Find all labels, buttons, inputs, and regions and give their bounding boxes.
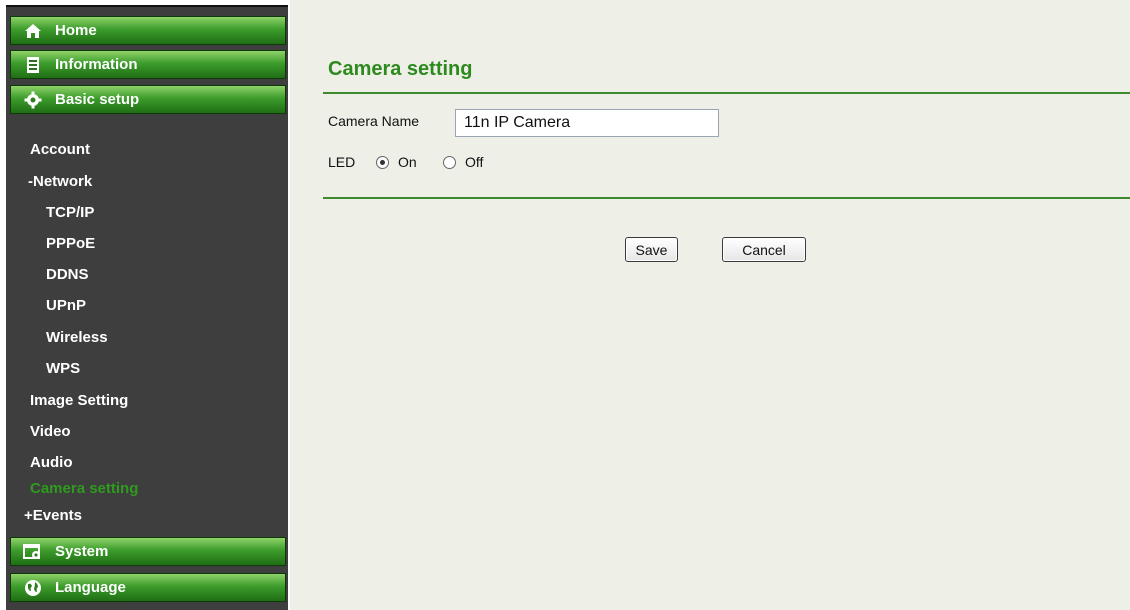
menu-video[interactable]: Video bbox=[30, 423, 71, 440]
led-off-label: Off bbox=[465, 154, 484, 170]
menu-camera-setting[interactable]: Camera setting bbox=[30, 480, 138, 497]
menu-network[interactable]: -Network bbox=[28, 173, 92, 190]
led-on-radio[interactable] bbox=[376, 156, 389, 169]
nav-system-label: System bbox=[55, 543, 109, 560]
globe-icon bbox=[23, 578, 43, 598]
radio-selected-dot bbox=[380, 160, 385, 165]
menu-wireless[interactable]: Wireless bbox=[46, 329, 108, 346]
nav-home[interactable]: Home bbox=[10, 16, 286, 45]
menu-ddns[interactable]: DDNS bbox=[46, 266, 89, 283]
menu-audio[interactable]: Audio bbox=[30, 454, 73, 471]
menu-image-setting[interactable]: Image Setting bbox=[30, 392, 128, 409]
gear-icon bbox=[23, 90, 43, 110]
save-button[interactable]: Save bbox=[625, 237, 678, 262]
menu-pppoe[interactable]: PPPoE bbox=[46, 235, 95, 252]
main-content: Camera setting Camera Name LED On Off Sa… bbox=[290, 0, 1130, 610]
nav-basic-setup-label: Basic setup bbox=[55, 91, 140, 108]
nav-system[interactable]: System bbox=[10, 537, 286, 566]
title-divider bbox=[323, 92, 1130, 94]
form-divider bbox=[323, 197, 1130, 199]
sidebar-menu: Home Information Basic setup Account -Ne… bbox=[6, 5, 288, 610]
led-off-radio[interactable] bbox=[443, 156, 456, 169]
home-icon bbox=[23, 21, 43, 41]
camera-name-input[interactable] bbox=[455, 109, 719, 137]
nav-language-label: Language bbox=[55, 579, 126, 596]
nav-information-label: Information bbox=[55, 56, 138, 73]
nav-basic-setup[interactable]: Basic setup bbox=[10, 85, 286, 114]
nav-information[interactable]: Information bbox=[10, 50, 286, 79]
camera-name-label: Camera Name bbox=[328, 113, 420, 129]
led-on-label: On bbox=[398, 154, 417, 170]
nav-language[interactable]: Language bbox=[10, 573, 286, 602]
menu-tcpip[interactable]: TCP/IP bbox=[46, 204, 94, 221]
cancel-button[interactable]: Cancel bbox=[722, 237, 806, 262]
led-label: LED bbox=[328, 154, 356, 170]
document-icon bbox=[23, 55, 43, 75]
menu-upnp[interactable]: UPnP bbox=[46, 297, 86, 314]
menu-account[interactable]: Account bbox=[30, 141, 90, 158]
menu-wps[interactable]: WPS bbox=[46, 360, 80, 377]
page-title: Camera setting bbox=[328, 58, 473, 80]
menu-events[interactable]: +Events bbox=[24, 507, 82, 524]
system-icon bbox=[23, 542, 43, 562]
nav-home-label: Home bbox=[55, 22, 97, 39]
sidebar: Home Information Basic setup Account -Ne… bbox=[0, 0, 290, 610]
